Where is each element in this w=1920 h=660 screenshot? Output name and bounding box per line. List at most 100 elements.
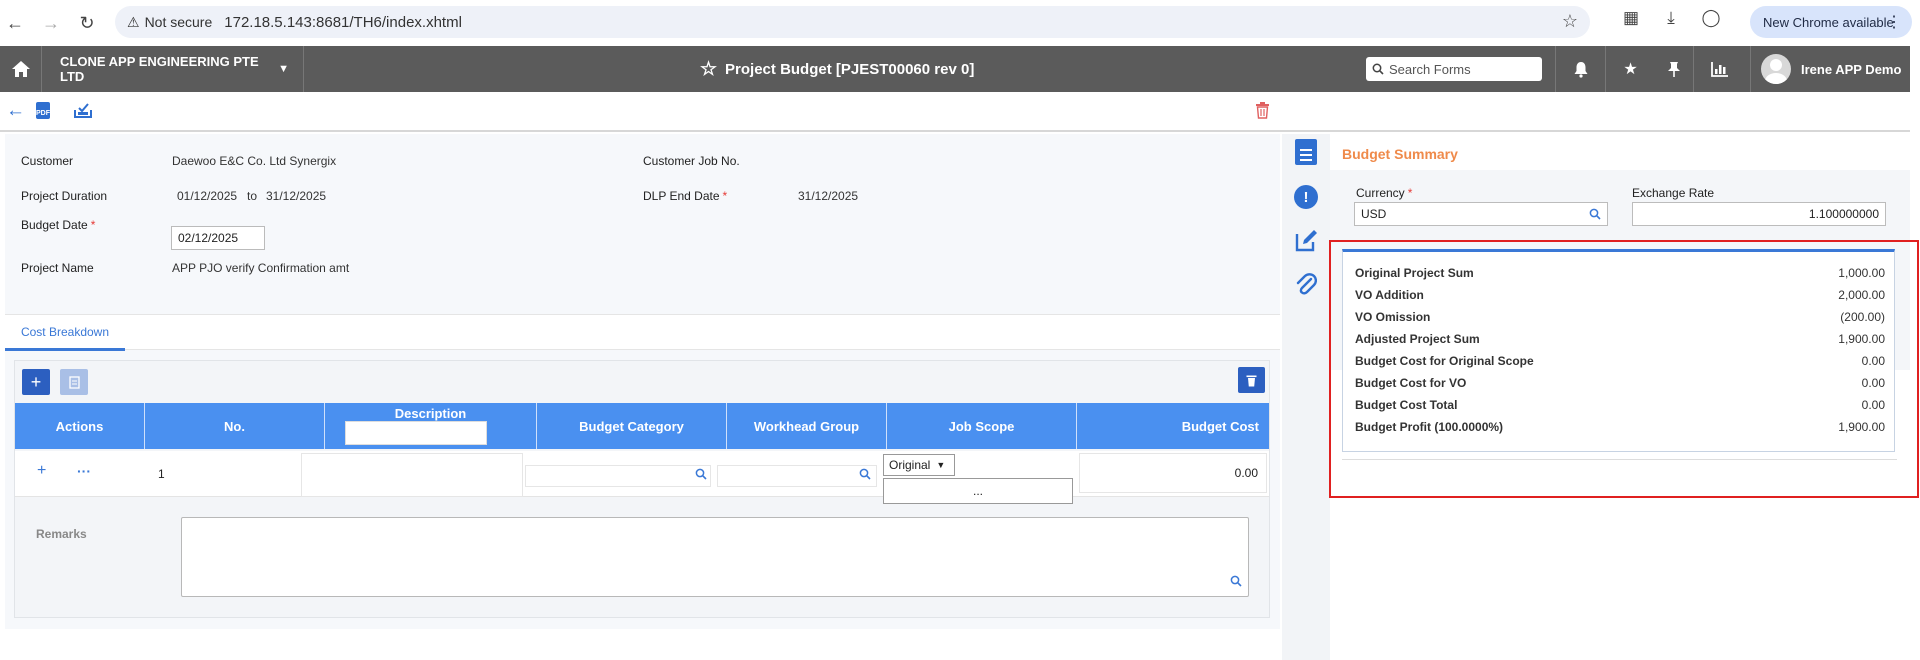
delete-trash-icon[interactable] xyxy=(1255,102,1270,124)
tab-bar: Cost Breakdown xyxy=(5,314,1280,351)
search-icon[interactable] xyxy=(695,468,707,483)
address-bar[interactable]: ⚠ Not secure 172.18.5.143:8681/TH6/index.… xyxy=(115,6,1590,38)
user-menu[interactable]: Irene APP Demo xyxy=(1750,46,1910,92)
home-icon xyxy=(11,61,30,77)
security-indicator[interactable]: ⚠ Not secure xyxy=(127,14,212,31)
reload-icon[interactable]: ↻ xyxy=(72,8,102,38)
highlight-box xyxy=(1329,240,1919,498)
duration-to-word: to xyxy=(247,189,258,203)
search-icon[interactable] xyxy=(1589,208,1601,223)
description-cell-input[interactable] xyxy=(301,453,523,497)
exchange-rate-label: Exchange Rate xyxy=(1632,186,1715,200)
search-icon xyxy=(1372,63,1384,75)
menu-dots-icon[interactable]: ⋮ xyxy=(1886,12,1902,32)
search-icon[interactable] xyxy=(1230,574,1242,592)
customer-label: Customer xyxy=(21,154,74,168)
favorite-star-icon[interactable]: ☆ xyxy=(700,58,717,81)
document-icon[interactable] xyxy=(1294,139,1318,165)
url-text[interactable]: 172.18.5.143:8681/TH6/index.xhtml xyxy=(224,14,462,31)
pin-icon xyxy=(1668,61,1680,77)
dlp-end-date-label: DLP End Date * xyxy=(643,189,728,203)
budget-date-input[interactable]: 02/12/2025 xyxy=(171,226,265,250)
pdf-icon[interactable]: PDF xyxy=(36,102,50,119)
column-header-budget-category[interactable]: Budget Category xyxy=(537,403,727,449)
download-icon[interactable]: ⤓ xyxy=(1660,8,1682,28)
table-row: + ··· 1 Original ▼ ... 0.00 xyxy=(15,451,1269,504)
edit-icon[interactable] xyxy=(1294,228,1318,254)
job-scope-select[interactable]: Original ▼ xyxy=(883,454,955,476)
caret-down-icon: ▼ xyxy=(278,63,289,75)
table-header: Actions No. Description Budget Category … xyxy=(15,403,1269,449)
company-selector[interactable]: CLONE APP ENGINEERING PTE LTD ▼ xyxy=(42,46,304,92)
browser-toolbar: ← → ↻ ⚠ Not secure 172.18.5.143:8681/TH6/… xyxy=(0,0,1920,46)
remarks-label: Remarks xyxy=(36,527,87,541)
budget-cost-input[interactable]: 0.00 xyxy=(1079,453,1267,493)
project-name-label: Project Name xyxy=(21,261,94,275)
page-title: ☆ Project Budget [PJEST00060 rev 0] xyxy=(700,58,975,81)
bar-chart-icon xyxy=(1710,62,1728,77)
description-filter-input[interactable] xyxy=(345,421,487,445)
search-forms-input[interactable]: Search Forms xyxy=(1366,57,1542,81)
notifications-button[interactable] xyxy=(1555,46,1605,92)
delete-rows-button[interactable] xyxy=(1238,367,1265,393)
tab-cost-breakdown[interactable]: Cost Breakdown xyxy=(5,315,125,351)
warning-icon: ⚠ xyxy=(127,13,140,30)
company-name: CLONE APP ENGINEERING PTE LTD xyxy=(60,54,259,84)
back-arrow-icon[interactable]: ← xyxy=(0,8,30,38)
attachment-paperclip-icon[interactable] xyxy=(1294,272,1318,298)
reports-button[interactable] xyxy=(1693,46,1745,92)
profile-icon[interactable]: ◯ xyxy=(1700,8,1722,28)
row-number: 1 xyxy=(158,467,165,481)
header-fields: Customer Daewoo E&C Co. Ltd Synergix Cus… xyxy=(5,134,1280,314)
column-header-budget-cost[interactable]: Budget Cost xyxy=(1077,403,1269,449)
customer-value: Daewoo E&C Co. Ltd Synergix xyxy=(172,154,337,168)
forward-arrow-icon[interactable]: → xyxy=(36,8,66,38)
user-name: Irene APP Demo xyxy=(1801,61,1902,77)
project-name-value: APP PJO verify Confirmation amt xyxy=(172,261,350,275)
pin-button[interactable] xyxy=(1655,46,1693,92)
cost-breakdown-grid: + Actions No. Description Budget Categor… xyxy=(14,360,1270,618)
app-header: CLONE APP ENGINEERING PTE LTD ▼ ☆ Projec… xyxy=(0,46,1910,92)
form-toolbar: ← PDF xyxy=(0,92,1910,132)
currency-input[interactable]: USD xyxy=(1354,202,1608,226)
column-header-description[interactable]: Description xyxy=(325,403,537,449)
trash-icon xyxy=(1246,375,1257,386)
workhead-group-input[interactable] xyxy=(717,465,877,487)
home-button[interactable] xyxy=(0,46,42,92)
customer-job-label: Customer Job No. xyxy=(643,154,740,168)
bell-icon xyxy=(1574,61,1587,78)
column-header-workhead-group[interactable]: Workhead Group xyxy=(727,403,887,449)
save-icon[interactable] xyxy=(74,102,92,123)
avatar xyxy=(1761,54,1791,84)
budget-date-label: Budget Date * xyxy=(21,218,96,232)
duration-from-value: 01/12/2025 xyxy=(177,189,238,203)
row-more-button[interactable]: ··· xyxy=(77,463,91,479)
budget-category-input[interactable] xyxy=(525,465,711,487)
column-header-actions: Actions xyxy=(15,403,145,449)
back-arrow-icon[interactable]: ← xyxy=(6,100,25,122)
search-icon[interactable] xyxy=(859,468,871,483)
new-chrome-available-button[interactable]: New Chrome available ⋮ xyxy=(1750,6,1912,38)
caret-down-icon: ▼ xyxy=(936,460,946,470)
currency-label: Currency * xyxy=(1356,186,1413,200)
row-add-button[interactable]: + xyxy=(37,462,46,480)
alert-icon[interactable]: ! xyxy=(1294,184,1318,210)
project-duration-label: Project Duration xyxy=(21,189,108,203)
copy-row-button[interactable] xyxy=(60,369,88,395)
add-row-button[interactable]: + xyxy=(22,369,50,395)
main-form: Customer Daewoo E&C Co. Ltd Synergix Cus… xyxy=(5,134,1280,629)
budget-summary-panel: Budget Summary Currency * USD Exchange Ra… xyxy=(1329,134,1919,660)
column-header-job-scope[interactable]: Job Scope xyxy=(887,403,1077,449)
document-icon xyxy=(68,375,80,389)
budget-summary-title: Budget Summary xyxy=(1342,146,1458,162)
bookmark-star-icon[interactable]: ☆ xyxy=(1562,11,1578,32)
exchange-rate-input[interactable]: 1.100000000 xyxy=(1632,202,1886,226)
dlp-end-date-value: 31/12/2025 xyxy=(798,189,859,203)
side-icon-rail: ! xyxy=(1282,134,1330,660)
column-header-no[interactable]: No. xyxy=(145,403,325,449)
star-icon: ★ xyxy=(1623,61,1638,78)
favorites-button[interactable]: ★ xyxy=(1605,46,1655,92)
translate-icon[interactable]: ▦ xyxy=(1620,8,1642,28)
job-scope-picker-button[interactable]: ... xyxy=(883,478,1073,504)
remarks-textarea[interactable] xyxy=(181,517,1249,597)
